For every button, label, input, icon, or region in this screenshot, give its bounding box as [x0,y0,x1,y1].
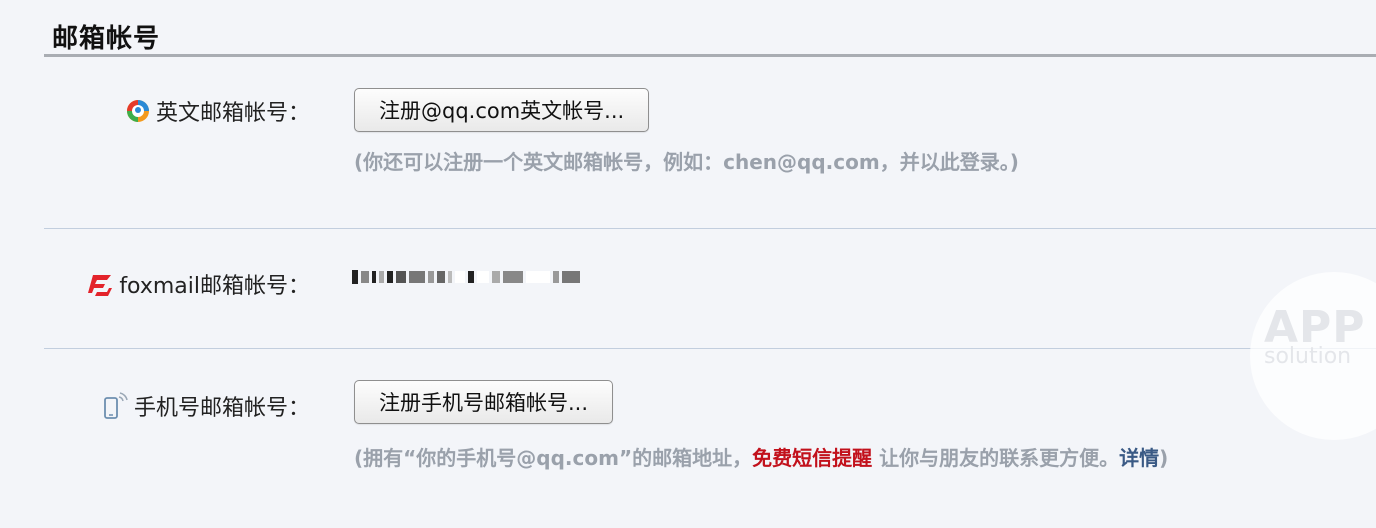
section-title-rule [44,54,1376,57]
watermark-line2: solution [1264,344,1352,369]
register-english-account-button[interactable]: 注册@qq.com英文帐号... [354,88,650,132]
mobile-account-hint: (拥有“你的手机号@qq.com”的邮箱地址，免费短信提醒 让你与朋友的联系更方… [354,442,1168,471]
mobile-hint-middle: 让你与朋友的联系更方便。 [872,446,1120,470]
mobile-account-label: 手机号邮箱帐号： [102,390,310,422]
mobile-phone-icon [102,391,128,421]
details-link[interactable]: 详情 [1119,446,1159,470]
foxmail-account-label-text: foxmail邮箱帐号： [119,274,310,299]
free-sms-alert-text: 免费短信提醒 [752,446,873,470]
english-account-label: 英文邮箱帐号： [126,95,310,127]
foxmail-address-masked [352,266,636,288]
row-divider [44,228,1376,229]
mobile-hint-suffix: ) [1159,446,1169,470]
english-account-hint: (你还可以注册一个英文邮箱帐号，例如：chen@qq.com，并以此登录。) [354,150,1019,174]
app-solution-watermark: APP solution [1250,272,1376,440]
foxmail-account-label: foxmail邮箱帐号： [87,268,310,300]
english-account-label-text: 英文邮箱帐号： [155,101,310,126]
row-divider [44,348,1376,349]
mobile-account-label-text: 手机号邮箱帐号： [133,396,310,421]
register-mobile-account-button[interactable]: 注册手机号邮箱帐号... [354,380,614,424]
section-title: 邮箱帐号 [52,24,161,54]
foxmail-logo-icon [87,271,113,297]
qq-logo-icon [126,99,150,123]
mobile-hint-prefix: (拥有“你的手机号@qq.com”的邮箱地址， [354,446,753,470]
